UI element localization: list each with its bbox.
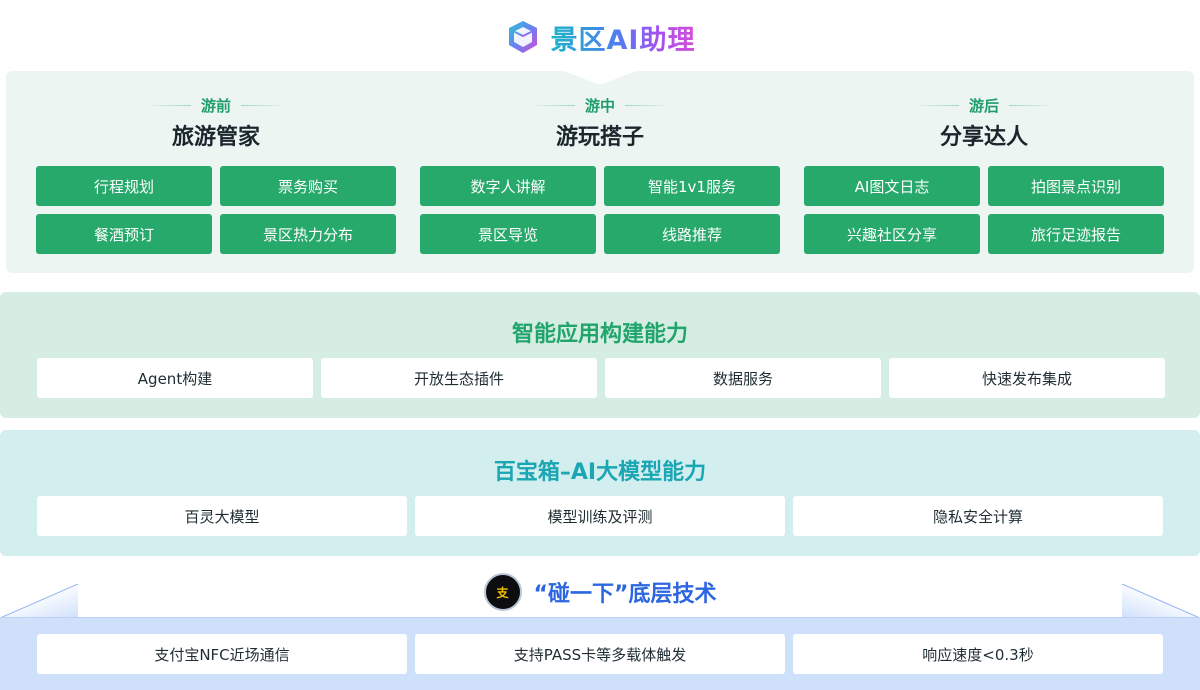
alipay-tap-icon: 支 bbox=[483, 573, 522, 611]
feature-button[interactable]: 智能1v1服务 bbox=[604, 166, 780, 206]
feature-button[interactable]: 拍图景点识别 bbox=[988, 166, 1164, 206]
stage-subtitle: 游前 bbox=[200, 97, 231, 115]
layer-title: 智能应用构建能力 bbox=[511, 322, 688, 347]
feature-button[interactable]: 线路推荐 bbox=[604, 214, 780, 254]
tech-layer: 支 “碰一下”底层技术 支付宝NFC近场通信 支持PASS卡等多载体触发 响应速… bbox=[0, 568, 1200, 690]
feature-button[interactable]: 餐酒预订 bbox=[36, 214, 212, 254]
layer-title: 百宝箱–AI大模型能力 bbox=[493, 460, 707, 485]
stage-subtitle-wrap: 游前 bbox=[36, 95, 396, 116]
capability-button[interactable]: 响应速度<0.3秒 bbox=[793, 634, 1163, 674]
app-capability-layer: 智能应用构建能力 Agent构建 开放生态插件 数据服务 快速发布集成 bbox=[0, 292, 1200, 418]
stage-subtitle-wrap: 游中 bbox=[420, 95, 780, 116]
divider-line bbox=[241, 105, 287, 106]
stage-subtitle-wrap: 游后 bbox=[804, 95, 1164, 116]
divider-line bbox=[912, 105, 959, 106]
capability-button[interactable]: 隐私安全计算 bbox=[793, 496, 1163, 536]
page-title: 景区AI助理 bbox=[551, 18, 696, 57]
stage-title: 分享达人 bbox=[939, 125, 1028, 150]
divider-line bbox=[528, 105, 575, 106]
layer-title: “碰一下”底层技术 bbox=[533, 582, 717, 607]
header: 景区AI助理 bbox=[0, 14, 1200, 60]
stage-title: 游玩搭子 bbox=[555, 125, 644, 150]
capability-button[interactable]: 百灵大模型 bbox=[37, 496, 407, 536]
feature-button[interactable]: 景区热力分布 bbox=[220, 214, 396, 254]
stage-title: 旅游管家 bbox=[171, 125, 260, 150]
divider-line bbox=[144, 105, 191, 106]
model-capability-layer: 百宝箱–AI大模型能力 百灵大模型 模型训练及评测 隐私安全计算 bbox=[0, 430, 1200, 556]
capability-button[interactable]: 支持PASS卡等多载体触发 bbox=[415, 634, 785, 674]
feature-button[interactable]: 兴趣社区分享 bbox=[804, 214, 980, 254]
feature-button[interactable]: 数字人讲解 bbox=[420, 166, 596, 206]
feature-button[interactable]: 旅行足迹报告 bbox=[988, 214, 1164, 254]
cube-logo-icon bbox=[508, 21, 537, 53]
feature-button[interactable]: 行程规划 bbox=[36, 166, 212, 206]
stage-subtitle: 游后 bbox=[968, 97, 999, 115]
feature-button[interactable]: 景区导览 bbox=[420, 214, 596, 254]
capability-button[interactable]: 支付宝NFC近场通信 bbox=[37, 634, 407, 674]
feature-button[interactable]: AI图文日志 bbox=[804, 166, 980, 206]
capability-button[interactable]: 开放生态插件 bbox=[321, 358, 597, 398]
stage-subtitle: 游中 bbox=[584, 97, 615, 115]
divider-line bbox=[625, 105, 671, 106]
capability-button[interactable]: Agent构建 bbox=[37, 358, 313, 398]
journey-panel: 游前 旅游管家 行程规划 票务购买 餐酒预订 景区热力分布 游中 游玩搭子 数字… bbox=[6, 71, 1194, 273]
capability-button[interactable]: 快速发布集成 bbox=[889, 358, 1165, 398]
divider-line bbox=[1009, 105, 1055, 106]
capability-button[interactable]: 模型训练及评测 bbox=[415, 496, 785, 536]
panel-notch bbox=[564, 71, 636, 85]
feature-button[interactable]: 票务购买 bbox=[220, 166, 396, 206]
capability-button[interactable]: 数据服务 bbox=[605, 358, 881, 398]
